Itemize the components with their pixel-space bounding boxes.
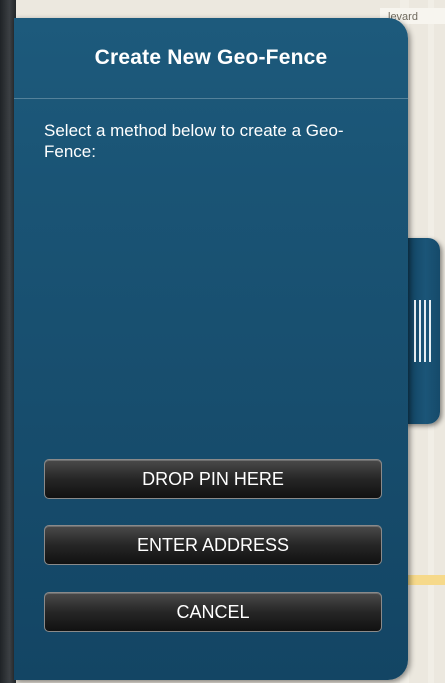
panel-description: Select a method below to create a Geo-Fe… <box>44 121 344 161</box>
panel-toggle-tab[interactable] <box>404 238 440 424</box>
enter-address-button[interactable]: ENTER ADDRESS <box>44 525 382 565</box>
panel-header: Create New Geo-Fence <box>14 18 408 99</box>
grip-handle-icon <box>413 300 431 362</box>
cancel-button[interactable]: CANCEL <box>44 592 382 632</box>
panel-title: Create New Geo-Fence <box>94 46 328 69</box>
geo-fence-panel: Create New Geo-Fence Select a method bel… <box>14 18 408 680</box>
drop-pin-button[interactable]: DROP PIN HERE <box>44 459 382 499</box>
